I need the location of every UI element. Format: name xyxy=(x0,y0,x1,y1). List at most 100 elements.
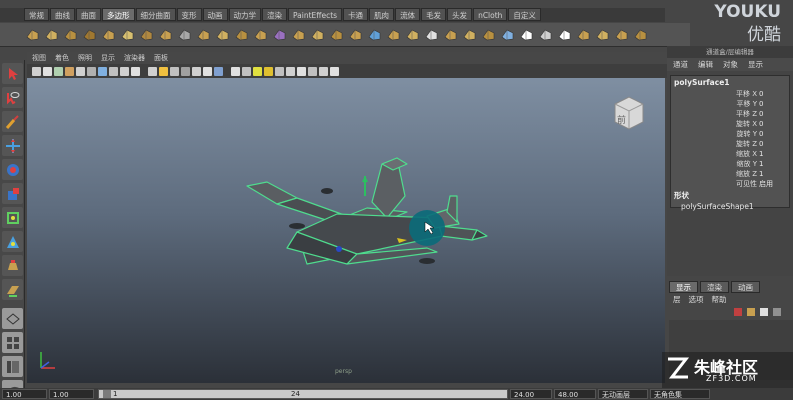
soft-mod-tool-icon[interactable] xyxy=(2,231,23,252)
viewport-tool-icon[interactable] xyxy=(264,66,273,76)
new-layer-icon[interactable] xyxy=(733,307,743,317)
range-end-field[interactable]: 24.00 xyxy=(510,389,552,399)
lasso-tool-icon[interactable] xyxy=(2,87,23,108)
poly-soccer-icon[interactable] xyxy=(214,26,231,43)
layout-single-icon[interactable] xyxy=(2,308,23,329)
viewport-tool-icon[interactable] xyxy=(43,66,52,76)
shelf-tab[interactable]: 流体 xyxy=(395,8,421,21)
attribute-row[interactable]: 缩放 Y1 xyxy=(671,159,789,169)
anim-layer-dropdown[interactable]: 无动画层 xyxy=(598,389,648,399)
attribute-value[interactable]: 0 xyxy=(759,109,763,119)
combine-icon[interactable] xyxy=(233,26,250,43)
poly-helix-icon[interactable] xyxy=(195,26,212,43)
layout-outliner-icon[interactable] xyxy=(2,356,23,377)
poly-cone-icon[interactable] xyxy=(81,26,98,43)
move-tool-icon[interactable] xyxy=(2,135,23,156)
attribute-value[interactable]: 1 xyxy=(759,149,763,159)
viewport-tool-icon[interactable] xyxy=(120,66,129,76)
viewport-tool-icon[interactable] xyxy=(203,66,212,76)
mirror-icon[interactable] xyxy=(499,26,516,43)
attribute-value[interactable]: 启用 xyxy=(759,179,773,189)
attribute-row[interactable]: 旋转 Y0 xyxy=(671,129,789,139)
extrude-icon[interactable] xyxy=(309,26,326,43)
shelf-tab[interactable]: 渲染 xyxy=(262,8,287,21)
viewport-menu-item[interactable]: 渲染器 xyxy=(124,52,145,64)
poly-cube-icon[interactable] xyxy=(43,26,60,43)
attribute-value[interactable]: 0 xyxy=(759,99,763,109)
viewport-tool-icon[interactable] xyxy=(54,66,63,76)
shelf-tab[interactable]: 曲线 xyxy=(50,8,75,21)
range-slider-handle[interactable] xyxy=(103,390,111,398)
viewport-tool-icon[interactable] xyxy=(242,66,251,76)
layer-menu-item[interactable]: 选项 xyxy=(689,294,704,305)
shelf-tab[interactable]: 自定义 xyxy=(508,8,541,21)
attribute-row[interactable]: 平移 X0 xyxy=(671,89,789,99)
poly-sphere-icon[interactable] xyxy=(24,26,41,43)
wedge-icon[interactable] xyxy=(480,26,497,43)
poly-prism-icon[interactable] xyxy=(138,26,155,43)
perspective-viewport[interactable]: 前 persp xyxy=(27,78,665,383)
range-end-max-field[interactable]: 48.00 xyxy=(554,389,596,399)
range-start-min-field[interactable]: 1.00 xyxy=(2,389,47,399)
shelf-tab[interactable]: 多边形 xyxy=(102,8,135,21)
viewport-tool-icon[interactable] xyxy=(192,66,201,76)
paint-select-tool-icon[interactable] xyxy=(2,111,23,132)
attribute-value[interactable]: 1 xyxy=(759,159,763,169)
layer-menu-item[interactable]: 帮助 xyxy=(712,294,727,305)
viewport-tool-icon[interactable] xyxy=(159,66,168,76)
shelf-tab[interactable]: 动画 xyxy=(202,8,228,21)
manipulator-tool-icon[interactable] xyxy=(2,207,23,228)
viewport-tool-icon[interactable] xyxy=(87,66,96,76)
shelf-tab[interactable]: 常规 xyxy=(24,8,49,21)
uv-checker-icon[interactable] xyxy=(518,26,535,43)
layer-options-icon[interactable] xyxy=(772,307,782,317)
viewport-tool-icon[interactable] xyxy=(131,66,140,76)
shape-name[interactable]: polySurfaceShape1 xyxy=(671,201,789,212)
viewport-tool-icon[interactable] xyxy=(308,66,317,76)
attribute-value[interactable]: 0 xyxy=(759,129,763,139)
harden-icon[interactable] xyxy=(613,26,630,43)
attribute-value[interactable]: 0 xyxy=(759,89,763,99)
channel-box-menu-item[interactable]: 通道 xyxy=(673,58,688,71)
poly-plane-icon[interactable] xyxy=(100,26,117,43)
append-icon[interactable] xyxy=(347,26,364,43)
soften-icon[interactable] xyxy=(594,26,611,43)
attribute-row[interactable]: 旋转 Z0 xyxy=(671,139,789,149)
viewport-tool-icon[interactable] xyxy=(98,66,107,76)
viewport-tool-icon[interactable] xyxy=(286,66,295,76)
shelf-tab[interactable]: PaintEffects xyxy=(288,8,343,21)
viewport-tool-icon[interactable] xyxy=(214,66,223,76)
viewport-tool-icon[interactable] xyxy=(65,66,74,76)
viewport-tool-icon[interactable] xyxy=(275,66,284,76)
duplicate-face-icon[interactable] xyxy=(632,26,649,43)
poly-pipe-icon[interactable] xyxy=(176,26,193,43)
viewport-tool-icon[interactable] xyxy=(319,66,328,76)
planar-map-icon[interactable] xyxy=(537,26,554,43)
insert-edgeloop-icon[interactable] xyxy=(404,26,421,43)
layer-tab[interactable]: 渲染 xyxy=(700,281,729,293)
viewport-tool-icon[interactable] xyxy=(181,66,190,76)
shelf-tab[interactable]: 毛发 xyxy=(421,8,447,21)
viewport-tool-icon[interactable] xyxy=(170,66,179,76)
fill-hole-icon[interactable] xyxy=(366,26,383,43)
offset-edgeloop-icon[interactable] xyxy=(423,26,440,43)
viewport-tool-icon[interactable] xyxy=(330,66,339,76)
uv-editor-icon[interactable] xyxy=(556,26,573,43)
shelf-tab[interactable]: nCloth xyxy=(473,8,508,21)
poly-torus-icon[interactable] xyxy=(119,26,136,43)
rotate-tool-icon[interactable] xyxy=(2,159,23,180)
split-icon[interactable] xyxy=(385,26,402,43)
viewport-tool-icon[interactable] xyxy=(32,66,41,76)
select-tool-icon[interactable] xyxy=(2,63,23,84)
viewport-tool-icon[interactable] xyxy=(148,66,157,76)
scale-tool-icon[interactable] xyxy=(2,183,23,204)
attribute-value[interactable]: 1 xyxy=(759,169,763,179)
viewport-menu-item[interactable]: 面板 xyxy=(154,52,168,64)
bevel-icon[interactable] xyxy=(461,26,478,43)
airplane-model[interactable] xyxy=(237,156,507,296)
channel-box-menu-item[interactable]: 编辑 xyxy=(698,58,713,71)
shelf-tab[interactable]: 卡通 xyxy=(343,8,369,21)
shelf-tab[interactable]: 头发 xyxy=(447,8,473,21)
merge-icon[interactable] xyxy=(442,26,459,43)
separate-icon[interactable] xyxy=(252,26,269,43)
